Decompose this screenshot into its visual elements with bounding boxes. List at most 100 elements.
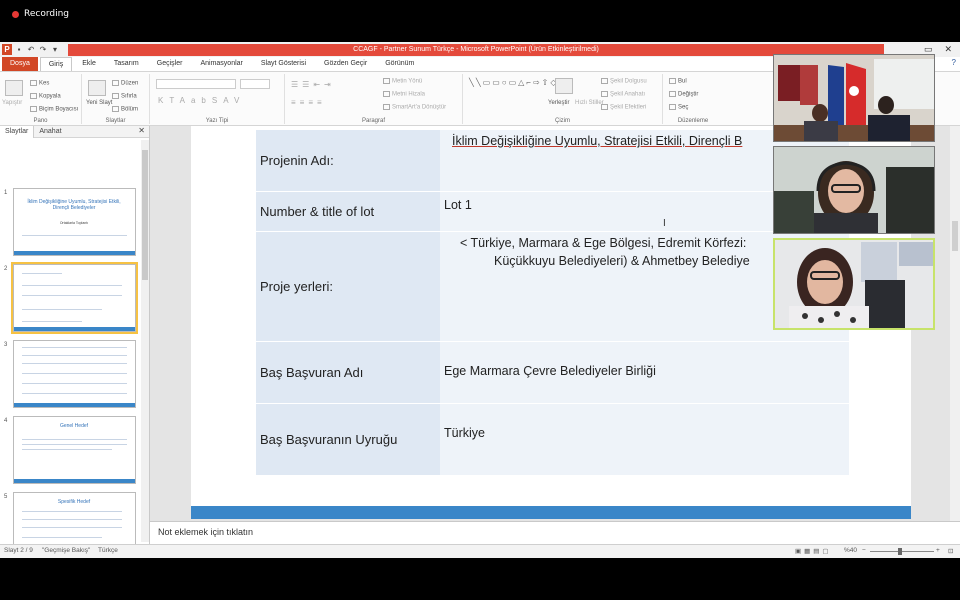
- powerpoint-icon[interactable]: P: [2, 44, 12, 55]
- notes-placeholder: Not eklemek için tıklatın: [158, 527, 254, 537]
- arrange-button[interactable]: Yerleştir: [548, 100, 569, 106]
- thumbnail-line: [22, 309, 102, 310]
- smartart-button[interactable]: SmartArt'a Dönüştür: [383, 104, 446, 111]
- thumbnail-line: [22, 235, 127, 236]
- fit-to-window-icon[interactable]: ⊡: [948, 547, 953, 555]
- slides-panel-scrollbar[interactable]: [141, 140, 149, 542]
- row-value-lead-applicant[interactable]: Ege Marmara Çevre Belediyeler Birliği: [440, 342, 849, 404]
- quick-styles-button[interactable]: Hızlı Stiller: [575, 100, 604, 106]
- tab-review[interactable]: Gözden Geçir: [316, 57, 375, 71]
- text-direction-button[interactable]: Metin Yönü: [383, 78, 422, 85]
- language[interactable]: Türkçe: [98, 547, 118, 554]
- table-row: Projenin Adı: İklim Değişikliğine Uyumlu…: [256, 130, 849, 192]
- slide-thumbnail-4[interactable]: Genel Hedef: [13, 416, 136, 484]
- slide-thumbnail-1[interactable]: İklim Değişikliğine Uyumlu, Stratejisi E…: [13, 188, 136, 256]
- font-format-buttons[interactable]: KTAabSAV: [158, 96, 245, 105]
- zoom-in-icon[interactable]: +: [936, 547, 940, 554]
- layout-button[interactable]: Düzen: [112, 80, 138, 87]
- table-row: Baş Başvuranın Uyruğu Türkiye: [256, 404, 849, 476]
- copy-button[interactable]: Kopyala: [30, 93, 61, 100]
- zoom-slider[interactable]: [870, 551, 934, 552]
- video-participant-1[interactable]: [773, 54, 935, 142]
- redo-icon[interactable]: ↷: [38, 44, 48, 55]
- tab-insert[interactable]: Ekle: [74, 57, 104, 71]
- record-dot-icon: [12, 10, 19, 18]
- select-label: Seç: [678, 104, 689, 111]
- thumbnail-subtitle: Ortaklarla Toplantı: [59, 221, 89, 225]
- reset-button[interactable]: Sıfırla: [112, 93, 137, 100]
- video-participant-3-active-speaker[interactable]: [773, 238, 935, 330]
- scrollbar-thumb[interactable]: [952, 221, 958, 251]
- paste-icon[interactable]: [5, 80, 23, 96]
- tab-slideshow[interactable]: Slayt Gösterisi: [253, 57, 314, 71]
- thumbnail-line: [22, 285, 122, 286]
- paste-button[interactable]: Yapıştır: [2, 100, 22, 106]
- view-buttons[interactable]: ▣▦▤▢: [795, 547, 832, 555]
- recording-label: Recording: [24, 9, 70, 19]
- new-slide-icon[interactable]: [88, 80, 106, 96]
- tab-file[interactable]: Dosya: [2, 57, 38, 71]
- editing-group-label: Düzenleme: [677, 118, 709, 124]
- video-participant-2[interactable]: [773, 146, 935, 234]
- scrollbar-thumb[interactable]: [142, 150, 148, 280]
- slide-thumbnail-3[interactable]: [13, 340, 136, 408]
- window-title: CCAGF - Partner Sunum Türkçe - Microsoft…: [353, 46, 599, 53]
- thumbnail-line: [22, 355, 127, 356]
- group-clipboard: Yapıştır Kes Kopyala Biçim Boyacısı Pano: [0, 74, 82, 124]
- row-label-project-name: Projenin Adı:: [256, 130, 440, 192]
- tab-design[interactable]: Tasarım: [106, 57, 147, 71]
- align-text-button[interactable]: Metni Hizala: [383, 91, 425, 98]
- thumbnail-number: 1: [4, 190, 8, 196]
- tab-outline[interactable]: Anahat: [34, 126, 66, 138]
- row-value-nationality[interactable]: Türkiye: [440, 404, 849, 476]
- replace-button[interactable]: Değiştir: [669, 91, 698, 98]
- tab-animations[interactable]: Animasyonlar: [192, 57, 250, 71]
- thumbnail-number: 2: [4, 266, 8, 272]
- editor-scrollbar[interactable]: [950, 126, 960, 521]
- layout-label: Düzen: [121, 80, 139, 87]
- customize-toolbar-icon[interactable]: ▾: [50, 44, 60, 55]
- tab-slides[interactable]: Slaytlar: [0, 125, 35, 138]
- thumbnail-line: [22, 444, 127, 445]
- participant-2-video: [774, 147, 934, 233]
- shape-outline-button[interactable]: Şekil Anahatı: [601, 91, 645, 98]
- clipboard-group-label: Pano: [33, 118, 48, 124]
- new-slide-button[interactable]: Yeni Slayt: [86, 100, 112, 106]
- section-icon: [112, 106, 119, 112]
- reset-label: Sıfırla: [121, 93, 137, 100]
- find-button[interactable]: Bul: [669, 78, 687, 85]
- arrange-icon[interactable]: [555, 78, 573, 94]
- align-buttons[interactable]: ≡≡≡≡: [291, 98, 326, 107]
- find-label: Bul: [678, 78, 687, 85]
- font-size-select[interactable]: [240, 79, 270, 89]
- select-button[interactable]: Seç: [669, 104, 688, 111]
- list-buttons[interactable]: ☰☰⇤⇥: [291, 80, 335, 89]
- help-icon[interactable]: ?: [952, 58, 956, 67]
- save-icon[interactable]: ▪: [14, 44, 24, 55]
- zoom-out-icon[interactable]: −: [862, 547, 866, 554]
- zoom-slider-knob[interactable]: [898, 548, 902, 555]
- zoom-level[interactable]: %40: [844, 547, 857, 554]
- close-icon[interactable]: ✕: [944, 44, 952, 55]
- locations-line-1: < Türkiye, Marmara & Ege Bölgesi, Edremi…: [460, 236, 747, 250]
- tab-transitions[interactable]: Geçişler: [149, 57, 191, 71]
- tab-home[interactable]: Giriş: [39, 57, 73, 71]
- thumbnail-line: [22, 511, 122, 512]
- section-button[interactable]: Bölüm: [112, 106, 138, 113]
- outline-icon: [601, 91, 608, 97]
- font-name-select[interactable]: [156, 79, 236, 89]
- table-row: Proje yerleri: < Türkiye, Marmara & Ege …: [256, 232, 849, 342]
- shape-fill-button[interactable]: Şekil Dolgusu: [601, 78, 647, 85]
- close-panel-icon[interactable]: ✕: [138, 126, 145, 135]
- slide-thumbnail-2[interactable]: [13, 264, 136, 332]
- tab-view[interactable]: Görünüm: [377, 57, 422, 71]
- thumbnail-title: Genel Hedef: [59, 423, 89, 429]
- theme-name: "Geçmişe Bakış": [42, 547, 91, 554]
- undo-icon[interactable]: ↶: [26, 44, 36, 55]
- format-painter-button[interactable]: Biçim Boyacısı: [30, 106, 78, 113]
- notes-pane[interactable]: Not eklemek için tıklatın: [150, 521, 960, 544]
- cut-button[interactable]: Kes: [30, 80, 49, 87]
- slides-group-label: Slaytlar: [105, 118, 126, 124]
- shape-effects-button[interactable]: Şekil Efektleri: [601, 104, 646, 111]
- shapes-gallery[interactable]: ╲╲▭▭○▭△⌐⇨⇧◇☆: [469, 78, 568, 87]
